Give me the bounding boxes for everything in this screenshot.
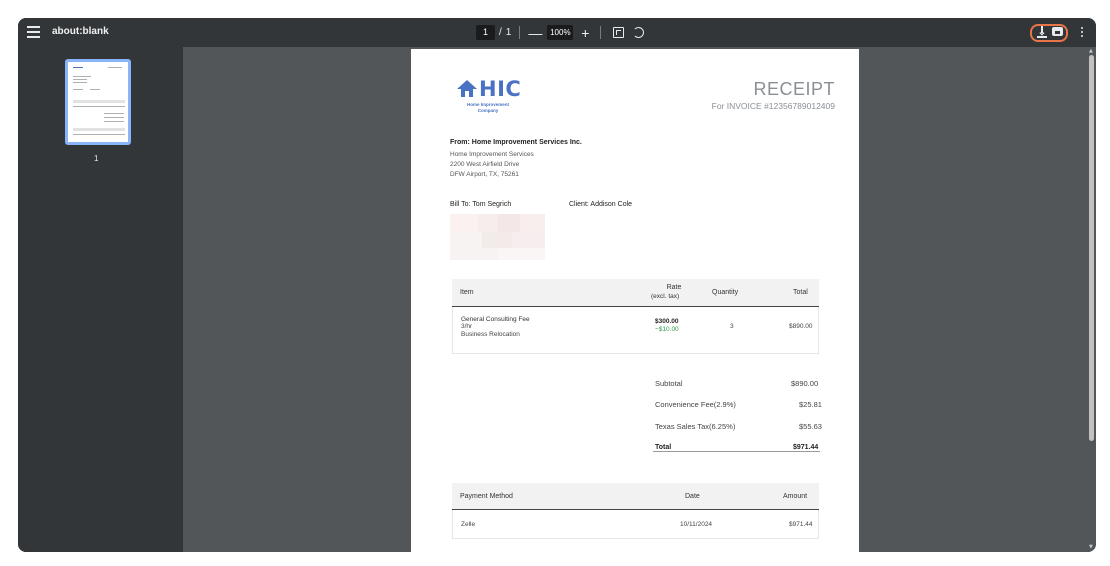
- total-label: Total: [655, 444, 672, 451]
- invoice-reference: For INVOICE #12356789012409: [711, 101, 835, 111]
- from-line: DFW Airport, TX, 75261: [450, 171, 519, 178]
- item-category: Business Relocation: [461, 331, 520, 338]
- zoom-input[interactable]: 100%: [547, 25, 574, 40]
- col-total: Total: [793, 289, 808, 296]
- subtotal-value: $890.00: [791, 379, 819, 388]
- col-quantity: Quantity: [712, 289, 739, 296]
- client-name: Client: Addison Cole: [569, 201, 633, 208]
- col-payment-method: Payment Method: [460, 493, 513, 500]
- item-unit: 3/hr: [461, 323, 473, 330]
- col-rate: Rate: [666, 284, 682, 291]
- page-separator: /: [499, 27, 502, 38]
- total-divider: [653, 451, 820, 452]
- divider: [600, 26, 602, 39]
- more-options-icon[interactable]: [1081, 27, 1084, 38]
- tax-label: Texas Sales Tax(6.25%): [655, 422, 736, 431]
- from-line: 2200 West Airfield Drive: [450, 161, 520, 168]
- from-heading: From: Home Improvement Services Inc.: [450, 139, 582, 146]
- payment-amount: $971.44: [789, 521, 813, 528]
- payments-table: Payment Method Date Amount Zelle 10/11/2…: [452, 483, 819, 539]
- scroll-down-arrow-icon[interactable]: ▼: [1089, 544, 1093, 550]
- company-logo: HIC Home Improvement Company: [457, 77, 537, 114]
- logo-text: HIC: [479, 77, 522, 101]
- item-quantity: 3: [730, 323, 734, 330]
- total-value: $971.44: [793, 444, 819, 451]
- total-pages: 1: [505, 27, 512, 38]
- items-table: Item Rate (excl. tax) Quantity Total Gen…: [452, 279, 819, 354]
- col-rate-sub: (excl. tax): [651, 293, 680, 300]
- bill-to: Bill To: Tom Segrich: [450, 201, 512, 208]
- logo-subtitle: Home Improvement Company: [466, 102, 509, 113]
- receipt-title: RECEIPT: [753, 79, 835, 99]
- item-discount: −$10.00: [655, 326, 679, 333]
- item-name: General Consulting Fee: [461, 316, 530, 323]
- rotate-icon[interactable]: [633, 27, 645, 38]
- fee-label: Convenience Fee(2.9%): [655, 400, 736, 409]
- items-table-header: Item Rate (excl. tax) Quantity Total: [452, 279, 819, 307]
- document-title: about:blank: [52, 26, 109, 37]
- redacted-address: [450, 214, 545, 260]
- download-icon[interactable]: [1037, 26, 1047, 38]
- col-item: Item: [460, 289, 474, 296]
- tax-value: $55.63: [799, 422, 822, 431]
- zoom-in-button[interactable]: +: [578, 26, 592, 40]
- payments-table-header: Payment Method Date Amount: [452, 483, 819, 510]
- pdf-page: HIC Home Improvement Company RECEIPT For…: [411, 49, 859, 552]
- col-amount: Amount: [783, 493, 808, 500]
- scroll-up-arrow-icon[interactable]: ▲: [1089, 48, 1093, 54]
- menu-icon[interactable]: [27, 26, 40, 38]
- current-page-input[interactable]: 1: [476, 25, 495, 40]
- from-line: Home Improvement Services: [450, 151, 534, 158]
- pdf-toolbar: about:blank 1 / 1 — 100% +: [18, 18, 1096, 47]
- table-row: Zelle 10/11/2024 $971.44: [452, 510, 819, 539]
- page-thumbnail[interactable]: [65, 59, 131, 145]
- payment-method: Zelle: [461, 521, 476, 528]
- item-rate: $300.00: [655, 318, 679, 325]
- payment-date: 10/11/2024: [680, 521, 713, 528]
- thumbnail-sidebar: 1: [18, 47, 183, 552]
- item-total: $890.00: [789, 323, 813, 330]
- fee-value: $25.81: [799, 400, 822, 409]
- table-row: General Consulting Fee 3/hr Business Rel…: [452, 307, 819, 354]
- print-icon[interactable]: [1052, 27, 1063, 36]
- page-controls: 1 / 1 — 100% +: [476, 23, 645, 42]
- thumbnail-page-number: 1: [94, 154, 99, 163]
- pdf-viewer-window: about:blank 1 / 1 — 100% + 1 ▲ ▼ HIC Hom…: [18, 18, 1096, 552]
- zoom-out-button[interactable]: —: [528, 26, 542, 40]
- from-address: From: Home Improvement Services Inc. Hom…: [450, 138, 582, 180]
- divider: [519, 26, 521, 39]
- scrollbar-thumb[interactable]: [1089, 55, 1094, 441]
- fit-page-icon[interactable]: [613, 27, 625, 38]
- subtotal-label: Subtotal: [655, 379, 683, 388]
- house-icon: [457, 80, 477, 98]
- col-date: Date: [685, 493, 700, 500]
